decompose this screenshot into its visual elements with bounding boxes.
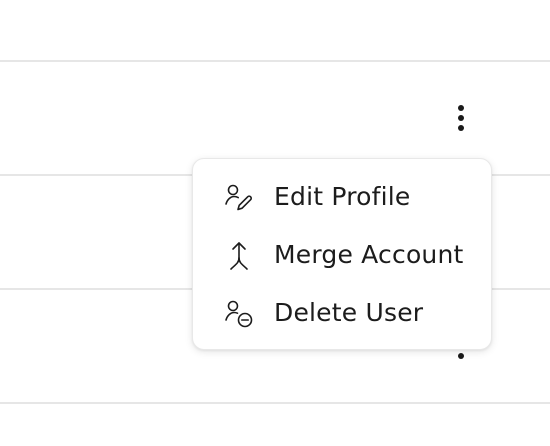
user-remove-icon (225, 300, 253, 328)
row-actions-dropdown: Edit Profile Merge Account Delete User (192, 158, 492, 350)
merge-arrow-icon (230, 242, 248, 270)
row-divider (0, 402, 550, 404)
row-menu-button[interactable] (447, 100, 475, 136)
menu-item-label: Merge Account (274, 240, 464, 269)
user-edit-icon (225, 184, 252, 211)
menu-item-delete-user[interactable]: Delete User (193, 287, 491, 339)
menu-dot (458, 115, 464, 121)
menu-dot (458, 353, 464, 359)
menu-item-merge-account[interactable]: Merge Account (193, 229, 491, 281)
menu-item-label: Delete User (274, 298, 424, 327)
menu-item-label: Edit Profile (274, 182, 411, 211)
row-divider (0, 60, 550, 62)
menu-dot (458, 125, 464, 131)
menu-item-edit-profile[interactable]: Edit Profile (193, 171, 491, 223)
menu-dot (458, 105, 464, 111)
